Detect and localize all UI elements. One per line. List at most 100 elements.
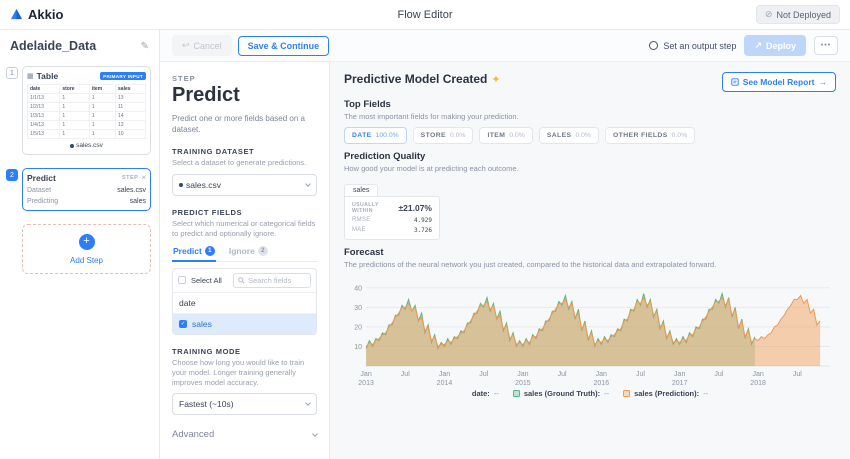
see-model-report-button[interactable]: See Model Report → (722, 72, 836, 92)
training-dataset-desc: Select a dataset to generate predictions… (172, 158, 317, 168)
forecast-title: Forecast (344, 247, 836, 258)
table-preview: date store item sales 1/1/131113 1 (27, 84, 146, 139)
top-fields-title: Top Fields (344, 99, 836, 110)
cancel-button[interactable]: ↩ Cancel (172, 35, 232, 56)
prediction-quality-title: Prediction Quality (344, 151, 836, 162)
svg-text:2018: 2018 (750, 380, 766, 387)
flow-editor-app: Akkio Flow Editor ⊘ Not Deployed Adelaid… (0, 0, 850, 459)
main-toolbar: ↩ Cancel Save & Continue Set an output s… (160, 30, 850, 62)
advanced-toggle[interactable]: Advanced (172, 429, 317, 440)
mae-row: MAE 3.726 (352, 227, 432, 234)
preview-row: 1/4/131113 (28, 121, 146, 130)
sales-checkbox[interactable]: ✓ (179, 320, 187, 328)
svg-text:30: 30 (354, 305, 362, 312)
chip-store[interactable]: STORE 0.0% (413, 127, 474, 144)
edit-flow-name-icon[interactable]: ✎ (141, 41, 149, 52)
chevron-down-icon (305, 400, 311, 406)
results-panel: Predictive Model Created ✦ See Model Rep… (330, 62, 850, 459)
training-mode-desc: Choose how long you would like to train … (172, 358, 317, 388)
top-fields-chips: DATE 100.0% STORE 0.0% ITEM 0.0% SALES (344, 127, 836, 144)
arrow-right-icon: → (819, 77, 828, 87)
brand-name: Akkio (28, 7, 63, 22)
rmse-row: RMSE 4.929 (352, 217, 432, 224)
save-continue-button[interactable]: Save & Continue (238, 36, 330, 56)
training-mode-select[interactable]: Fastest (~10s) (172, 393, 317, 415)
chip-other-fields[interactable]: OTHER FIELDS 0.0% (605, 127, 695, 144)
tab-predict[interactable]: Predict 1 (172, 246, 216, 262)
predict-target-row: Predicting sales (27, 198, 146, 205)
pq-tab-sales[interactable]: sales (344, 184, 378, 196)
svg-text:Jan: Jan (752, 371, 763, 378)
add-step-card[interactable]: + Add Step (22, 224, 151, 274)
svg-text:Jul: Jul (558, 371, 567, 378)
predict-count-badge: 1 (205, 246, 215, 256)
set-output-toggle[interactable]: Set an output step (649, 41, 736, 51)
predict-fields-desc: Select which numerical or categorical fi… (172, 219, 317, 239)
top-fields-desc: The most important fields for making you… (344, 112, 836, 121)
legend-ground-truth: sales (Ground Truth): -- (513, 389, 609, 398)
predict-ignore-tabs: Predict 1 Ignore 2 (172, 246, 317, 262)
svg-text:Jan: Jan (439, 371, 450, 378)
svg-text:2013: 2013 (358, 380, 374, 387)
training-mode-section: TRAINING MODE Choose how long you would … (172, 347, 317, 415)
svg-text:Jan: Jan (674, 371, 685, 378)
flow-step-2: 2 Predict STEP × Dataset sales.csv Predi… (6, 168, 151, 211)
forecast-chart[interactable]: 10203040Jan2013JulJan2014JulJan2015JulJa… (344, 272, 836, 388)
step-eyebrow: STEP (172, 74, 317, 83)
svg-text:2017: 2017 (672, 380, 688, 387)
not-deployed-icon: ⊘ (765, 9, 773, 20)
search-fields-input[interactable] (248, 276, 306, 285)
legend-prediction: sales (Prediction): -- (623, 389, 708, 398)
chip-date[interactable]: DATE 100.0% (344, 127, 407, 144)
remove-step-icon[interactable]: × (141, 174, 146, 182)
undo-icon: ↩ (182, 40, 190, 51)
deploy-button[interactable]: ↗ Deploy (744, 35, 806, 56)
akkio-logo-icon (10, 8, 23, 21)
prediction-quality-desc: How good your model is at predicting eac… (344, 164, 836, 173)
brand[interactable]: Akkio (10, 7, 63, 22)
select-all-checkbox[interactable] (178, 276, 186, 284)
tab-ignore[interactable]: Ignore 2 (228, 246, 269, 261)
add-step-label: Add Step (29, 256, 144, 265)
training-mode-label: TRAINING MODE (172, 347, 317, 356)
dataset-select[interactable]: sales.csv (172, 174, 317, 196)
preview-col-header: store (60, 85, 90, 94)
primary-input-badge: PRIMARY INPUT (100, 72, 146, 80)
ignore-count-badge: 2 (258, 246, 268, 256)
chevron-down-icon (312, 431, 318, 437)
forecast-chart-svg[interactable]: 10203040Jan2013JulJan2014JulJan2015JulJa… (344, 272, 836, 388)
add-step-plus-icon[interactable]: + (79, 234, 95, 250)
svg-text:Jul: Jul (636, 371, 645, 378)
field-row-sales[interactable]: ✓ sales (173, 313, 316, 334)
preview-row: 1/3/131114 (28, 112, 146, 121)
chip-sales[interactable]: SALES 0.0% (539, 127, 599, 144)
svg-text:Jan: Jan (596, 371, 607, 378)
predict-step-card[interactable]: Predict STEP × Dataset sales.csv Predict… (22, 168, 151, 211)
not-deployed-button[interactable]: ⊘ Not Deployed (756, 5, 840, 24)
preview-col-header: item (89, 85, 115, 94)
table-icon: ▦ (27, 72, 34, 80)
flow-name: Adelaide_Data (10, 39, 96, 53)
svg-text:Jan: Jan (360, 371, 371, 378)
flow-step-1: 1 ▦ Table PRIMARY INPUT date store item (6, 66, 151, 155)
results-title: Predictive Model Created ✦ (344, 72, 501, 86)
prediction-swatch-icon (623, 390, 630, 397)
predict-fields-section: PREDICT FIELDS Select which numerical or… (172, 208, 317, 335)
ellipsis-icon: ••• (821, 42, 831, 49)
fields-list-box: Select All date (172, 268, 317, 335)
svg-text:2014: 2014 (437, 380, 453, 387)
step-label: STEP (122, 175, 138, 181)
svg-text:Jul: Jul (793, 371, 802, 378)
preview-col-header: date (28, 85, 60, 94)
table-source-label: sales.csv (27, 142, 146, 149)
field-search-box[interactable] (233, 273, 311, 288)
more-options-button[interactable]: ••• (814, 36, 838, 55)
predict-step-title: Predict (27, 173, 56, 183)
search-icon (238, 277, 245, 284)
chip-item[interactable]: ITEM 0.0% (479, 127, 532, 144)
field-row-date[interactable]: date (173, 293, 316, 313)
table-step-card[interactable]: ▦ Table PRIMARY INPUT date store item sa… (22, 66, 151, 155)
ground-truth-swatch-icon (513, 390, 520, 397)
step-1-badge: 1 (6, 67, 18, 79)
step-2-badge: 2 (6, 169, 18, 181)
